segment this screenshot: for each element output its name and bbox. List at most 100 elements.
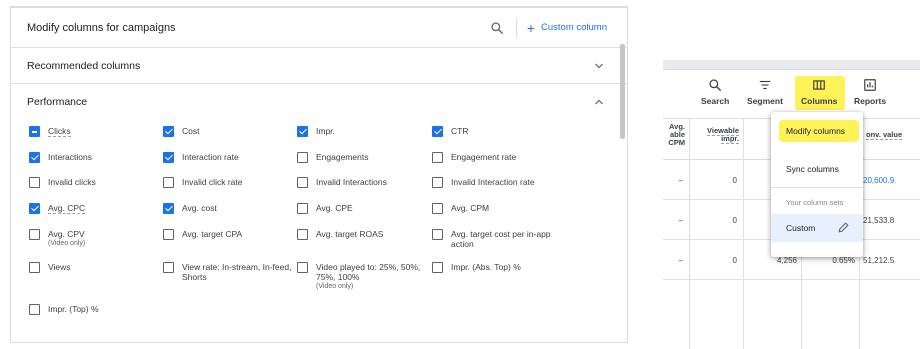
checkbox-label-text: Invalid Interactions: [316, 177, 387, 187]
column-sets-heading: Your column sets: [786, 198, 844, 207]
column-checkbox-item[interactable]: Video played to: 25%, 50%, 75%, 100% (Vid…: [297, 262, 432, 291]
reports-button[interactable]: Reports: [854, 78, 886, 106]
checkbox[interactable]: [297, 203, 308, 214]
menu-item-modify-columns[interactable]: Modify columns: [771, 126, 863, 136]
performance-section[interactable]: Performance: [11, 84, 627, 120]
checkbox[interactable]: [29, 126, 40, 137]
segment-button[interactable]: Segment: [747, 78, 783, 106]
search-icon[interactable]: [490, 21, 504, 35]
column-checkbox-item[interactable]: Engagement rate: [432, 152, 567, 163]
checkbox-label-text: Avg. target ROAS: [316, 229, 384, 239]
checkbox[interactable]: [297, 152, 308, 163]
checkbox-label-text: Interactions: [48, 152, 92, 162]
column-header-avg-cpm[interactable]: Avg. able CPM: [663, 123, 685, 147]
column-checkbox-item[interactable]: CTR: [432, 126, 567, 137]
column-checkbox-item[interactable]: Invalid Interactions: [297, 177, 432, 188]
checkbox[interactable]: [163, 203, 174, 214]
checkbox-label-text: Cost: [182, 126, 200, 136]
toolbar-label: Segment: [747, 96, 783, 106]
segment-icon: [759, 80, 771, 90]
cell: –: [678, 176, 683, 185]
column-checkbox-item[interactable]: Interaction rate: [163, 152, 298, 163]
column-checkbox-item[interactable]: Avg. cost: [163, 203, 298, 214]
cell: 0: [732, 176, 737, 185]
checkbox-label-text: Avg. CPM: [451, 203, 490, 213]
checkbox[interactable]: [29, 304, 40, 315]
checkbox[interactable]: [29, 203, 40, 214]
column-checkbox-item[interactable]: Impr. (Top) %: [29, 304, 164, 315]
column-checkbox-item[interactable]: Avg. CPV (Video only): [29, 229, 164, 248]
checkbox-label-text: Clicks: [48, 126, 71, 137]
cell[interactable]: 20,600.9: [863, 176, 920, 185]
checkbox[interactable]: [432, 177, 443, 188]
checkbox-label-text: Avg. CPC: [48, 203, 86, 214]
checkbox[interactable]: [163, 152, 174, 163]
checkbox-label-text: Interaction rate: [182, 152, 239, 162]
column-checkbox-item[interactable]: Engagements: [297, 152, 432, 163]
checkbox[interactable]: [163, 177, 174, 188]
column-header-conv-value[interactable]: onv. value: [866, 130, 920, 140]
column-checkbox-item[interactable]: Clicks: [29, 126, 164, 137]
checkbox-label: Invalid Interactions: [316, 177, 432, 187]
checkbox[interactable]: [29, 177, 40, 188]
column-checkbox-item[interactable]: Invalid click rate: [163, 177, 298, 188]
checkbox-label: Impr.: [316, 126, 432, 136]
checkbox-label: Cost: [182, 126, 298, 136]
checkbox[interactable]: [432, 152, 443, 163]
checkbox[interactable]: [432, 203, 443, 214]
header-line: onv. value: [866, 130, 903, 140]
column-checkbox-item[interactable]: Impr.: [297, 126, 432, 137]
menu-item-sync-columns[interactable]: Sync columns: [771, 164, 863, 174]
menu-item-custom[interactable]: Custom: [771, 214, 863, 242]
checkbox-label: Invalid clicks: [48, 177, 164, 187]
column-checkbox-item[interactable]: Cost: [163, 126, 298, 137]
cell: –: [678, 256, 683, 265]
checkbox-label: CTR: [451, 126, 567, 136]
search-button[interactable]: Search: [701, 78, 729, 106]
column-checkbox-item[interactable]: Avg. target cost per in-app action: [432, 229, 567, 249]
cell: 0.65%: [832, 256, 855, 265]
header-line: CPM: [668, 138, 685, 147]
column-checkbox-item[interactable]: View rate: In-stream, In-feed, Shorts: [163, 262, 298, 282]
checkbox[interactable]: [432, 229, 443, 240]
column-checkbox-item[interactable]: Avg. target ROAS: [297, 229, 432, 240]
checkbox[interactable]: [297, 262, 308, 273]
column-checkbox-item[interactable]: Avg. CPE: [297, 203, 432, 214]
column-checkbox-item[interactable]: Interactions: [29, 152, 164, 163]
chevron-up-icon[interactable]: [593, 96, 605, 108]
columns-button[interactable]: Columns: [801, 78, 837, 106]
column-checkbox-item[interactable]: Avg. CPM: [432, 203, 567, 214]
column-checkbox-item[interactable]: Views: [29, 262, 164, 273]
toolbar-label: Reports: [854, 96, 887, 106]
checkbox[interactable]: [432, 262, 443, 273]
column-checkbox-item[interactable]: Avg. CPC: [29, 203, 164, 214]
checkbox[interactable]: [29, 262, 40, 273]
checkbox[interactable]: [29, 152, 40, 163]
column-checkbox-item[interactable]: Avg. target CPA: [163, 229, 298, 240]
recommended-columns-section[interactable]: Recommended columns: [11, 48, 627, 84]
campaign-table-view: Search Segment Columns Reports Avg. able: [663, 60, 920, 349]
checkbox[interactable]: [163, 229, 174, 240]
divider: [515, 17, 517, 38]
checkbox[interactable]: [297, 229, 308, 240]
checkbox-label-text: CTR: [451, 126, 469, 136]
checkbox-label: Avg. target cost per in-app action: [451, 229, 567, 249]
column-header-viewable-impr[interactable]: Viewable impr.: [693, 126, 739, 144]
checkbox[interactable]: [29, 229, 40, 240]
column-checkbox-item[interactable]: Invalid clicks: [29, 177, 164, 188]
custom-column-button[interactable]: + Custom column: [527, 21, 607, 35]
checkbox-label: Avg. CPE: [316, 203, 432, 213]
checkbox[interactable]: [163, 262, 174, 273]
column-checkbox-item[interactable]: Invalid Interaction rate: [432, 177, 567, 188]
checkbox[interactable]: [297, 126, 308, 137]
panel-title: Modify columns for campaigns: [27, 21, 176, 34]
checkbox[interactable]: [297, 177, 308, 188]
checkbox[interactable]: [163, 126, 174, 137]
chevron-down-icon[interactable]: [593, 60, 605, 72]
search-icon: [709, 79, 722, 91]
column-checkbox-item[interactable]: Impr. (Abs. Top) %: [432, 262, 567, 273]
checkbox[interactable]: [432, 126, 443, 137]
scrollbar[interactable]: [620, 44, 625, 139]
pencil-icon[interactable]: [837, 221, 850, 234]
checkbox-label: Avg. cost: [182, 203, 298, 213]
